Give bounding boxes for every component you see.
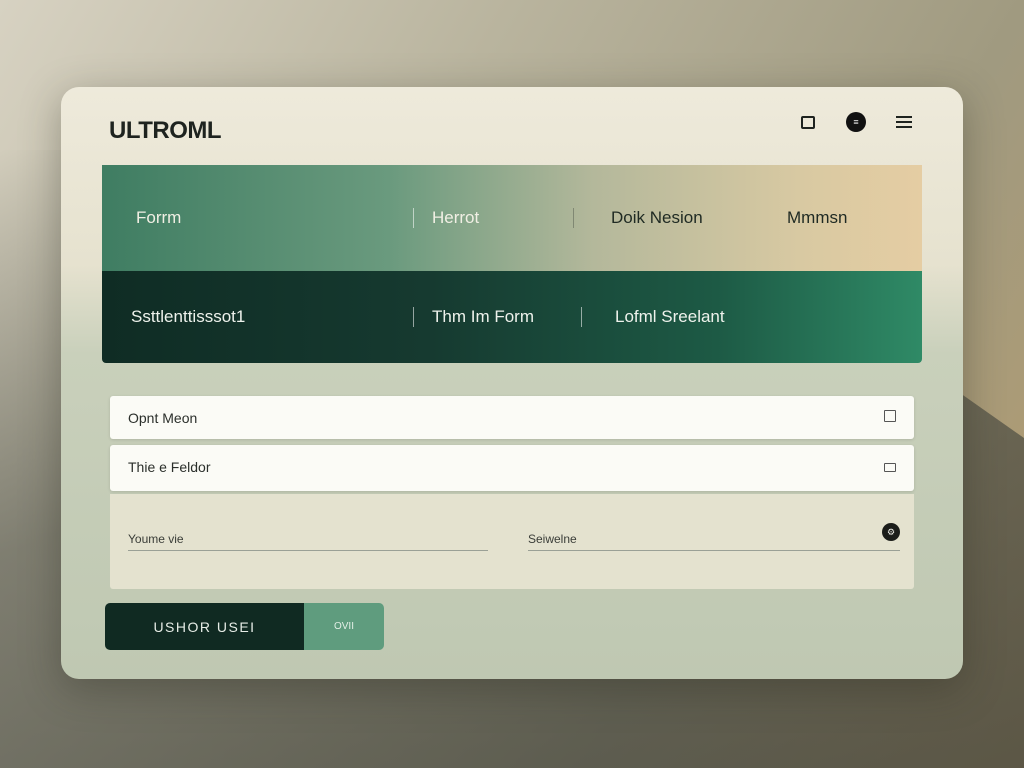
window-icon[interactable]: [797, 111, 819, 133]
field-label: Thie e Feldor: [128, 459, 211, 475]
seiwelne-input-line[interactable]: [528, 550, 900, 551]
form-panel: Youme vie Seiwelne ⚙: [110, 494, 914, 589]
profile-icon[interactable]: ≡: [845, 111, 867, 133]
tab-ssttlenttisssot[interactable]: Ssttlenttisssot1: [131, 307, 245, 327]
tab-separator: [413, 307, 414, 327]
tab-doik-nesion[interactable]: Doik Nesion: [611, 208, 703, 228]
field-thie-feldor[interactable]: Thie e Feldor: [110, 445, 914, 491]
checkbox-icon[interactable]: [884, 410, 896, 422]
tab-separator: [413, 208, 414, 228]
field-opnt-meon[interactable]: Opnt Meon: [110, 396, 914, 439]
header-icons: ≡: [797, 111, 915, 133]
app-window: ULTROML ≡ Forrm Herrot Doik Nesion Mmmsn…: [61, 87, 963, 679]
settings-icon[interactable]: ⚙: [882, 523, 900, 541]
tab-separator: [573, 208, 574, 228]
tab-bar-primary: Forrm Herrot Doik Nesion Mmmsn: [102, 165, 922, 271]
tab-separator: [581, 307, 582, 327]
tab-mmmsn[interactable]: Mmmsn: [787, 208, 847, 228]
secondary-button[interactable]: OVII: [304, 603, 384, 650]
app-logo: ULTROML: [109, 117, 222, 144]
window-icon[interactable]: [884, 463, 896, 472]
tab-thm-im-form[interactable]: Thm Im Form: [432, 307, 534, 327]
youme-label: Youme vie: [128, 532, 184, 546]
button-group: USHOR USEI OVII: [105, 603, 384, 650]
field-label: Opnt Meon: [128, 410, 198, 426]
seiwelne-label: Seiwelne: [528, 532, 577, 546]
menu-icon[interactable]: [893, 111, 915, 133]
tab-herrot[interactable]: Herrot: [432, 208, 479, 228]
youme-input-line[interactable]: [128, 550, 488, 551]
primary-button[interactable]: USHOR USEI: [105, 603, 304, 650]
tab-bar-secondary: Ssttlenttisssot1 Thm Im Form Lofml Sreel…: [102, 271, 922, 363]
tab-lofml-sreelant[interactable]: Lofml Sreelant: [615, 307, 725, 327]
tab-forrm[interactable]: Forrm: [136, 208, 181, 228]
